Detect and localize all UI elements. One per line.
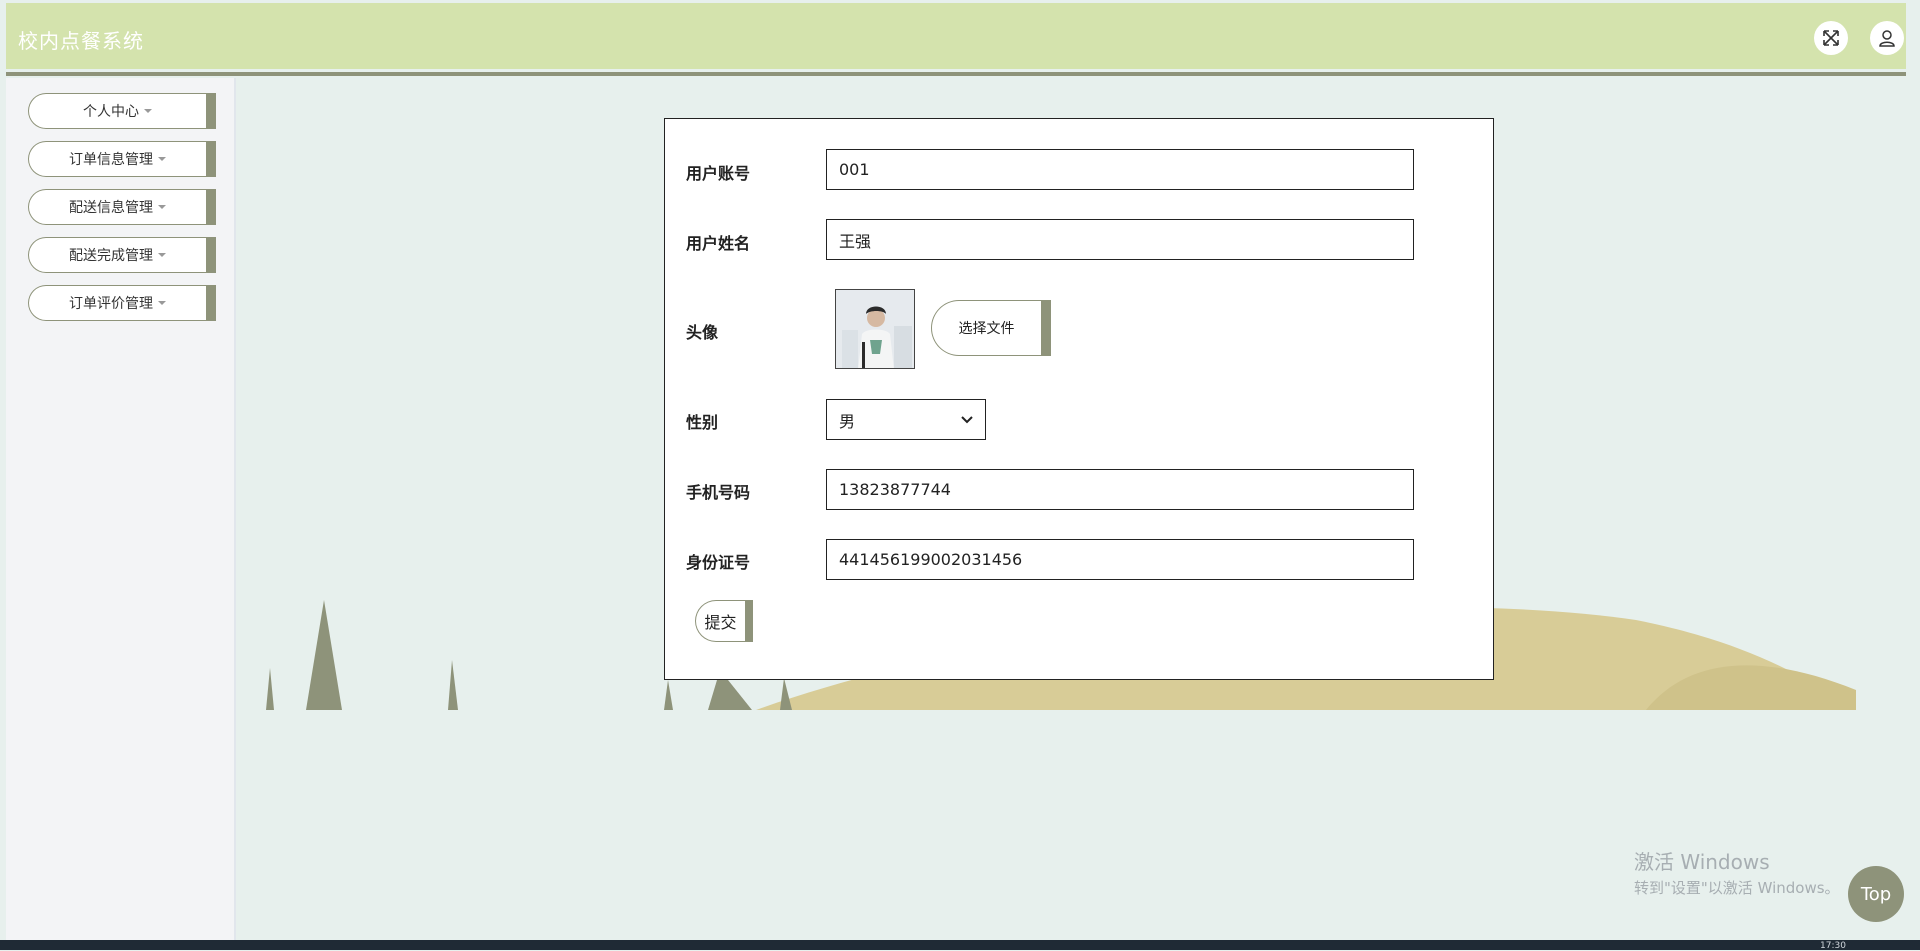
caret-down-icon xyxy=(158,157,166,161)
sidebar: 个人中心 订单信息管理 配送信息管理 配送完成管理 订单评价管理 xyxy=(6,78,236,940)
user-icon xyxy=(1879,30,1895,47)
sidebar-item-delivery-info[interactable]: 配送信息管理 xyxy=(28,189,216,225)
user-menu-button[interactable] xyxy=(1870,21,1904,55)
sidebar-item-delivery-complete[interactable]: 配送完成管理 xyxy=(28,237,216,273)
sidebar-item-personal-center[interactable]: 个人中心 xyxy=(28,93,216,129)
id-number-label: 身份证号 xyxy=(686,553,751,572)
gender-select[interactable]: 男 xyxy=(826,399,986,440)
header-divider xyxy=(6,72,1906,76)
sidebar-item-label: 个人中心 xyxy=(83,104,139,120)
phone-label: 手机号码 xyxy=(686,483,751,502)
caret-down-icon xyxy=(144,109,152,113)
phone-input[interactable] xyxy=(826,469,1414,510)
id-number-input[interactable] xyxy=(826,539,1414,580)
caret-down-icon xyxy=(158,253,166,257)
sidebar-item-label: 配送完成管理 xyxy=(69,248,153,264)
sidebar-item-order-info[interactable]: 订单信息管理 xyxy=(28,141,216,177)
windows-activation-watermark: 激活 Windows 转到"设置"以激活 Windows。 xyxy=(1634,846,1840,898)
app-title: 校内点餐系统 xyxy=(18,29,144,53)
account-input[interactable] xyxy=(826,149,1414,190)
choose-file-button[interactable]: 选择文件 xyxy=(931,300,1051,356)
submit-button[interactable]: 提交 xyxy=(695,600,753,642)
profile-form: 用户账号 用户姓名 头像 选择文件 性别 男 手机号码 身份证号 提交 xyxy=(664,118,1494,680)
name-input[interactable] xyxy=(826,219,1414,260)
expand-arrows-icon xyxy=(1823,30,1839,46)
taskbar xyxy=(0,940,1920,950)
header-bar: 校内点餐系统 xyxy=(6,3,1906,69)
sidebar-item-label: 配送信息管理 xyxy=(69,200,153,216)
gender-label: 性别 xyxy=(686,413,719,432)
sidebar-item-order-review[interactable]: 订单评价管理 xyxy=(28,285,216,321)
chevron-down-icon xyxy=(961,415,973,423)
fullscreen-button[interactable] xyxy=(1814,21,1848,55)
watermark-line-2: 转到"设置"以激活 Windows。 xyxy=(1634,879,1840,897)
avatar-image xyxy=(835,289,915,369)
caret-down-icon xyxy=(158,301,166,305)
sidebar-item-label: 订单信息管理 xyxy=(69,152,153,168)
account-label: 用户账号 xyxy=(686,164,751,183)
watermark-line-1: 激活 Windows xyxy=(1634,850,1770,874)
sidebar-item-label: 订单评价管理 xyxy=(69,296,153,312)
avatar-label: 头像 xyxy=(686,323,719,342)
caret-down-icon xyxy=(158,205,166,209)
name-label: 用户姓名 xyxy=(686,234,751,253)
back-to-top-button[interactable]: Top xyxy=(1848,866,1904,922)
gender-selected-value: 男 xyxy=(839,411,856,431)
